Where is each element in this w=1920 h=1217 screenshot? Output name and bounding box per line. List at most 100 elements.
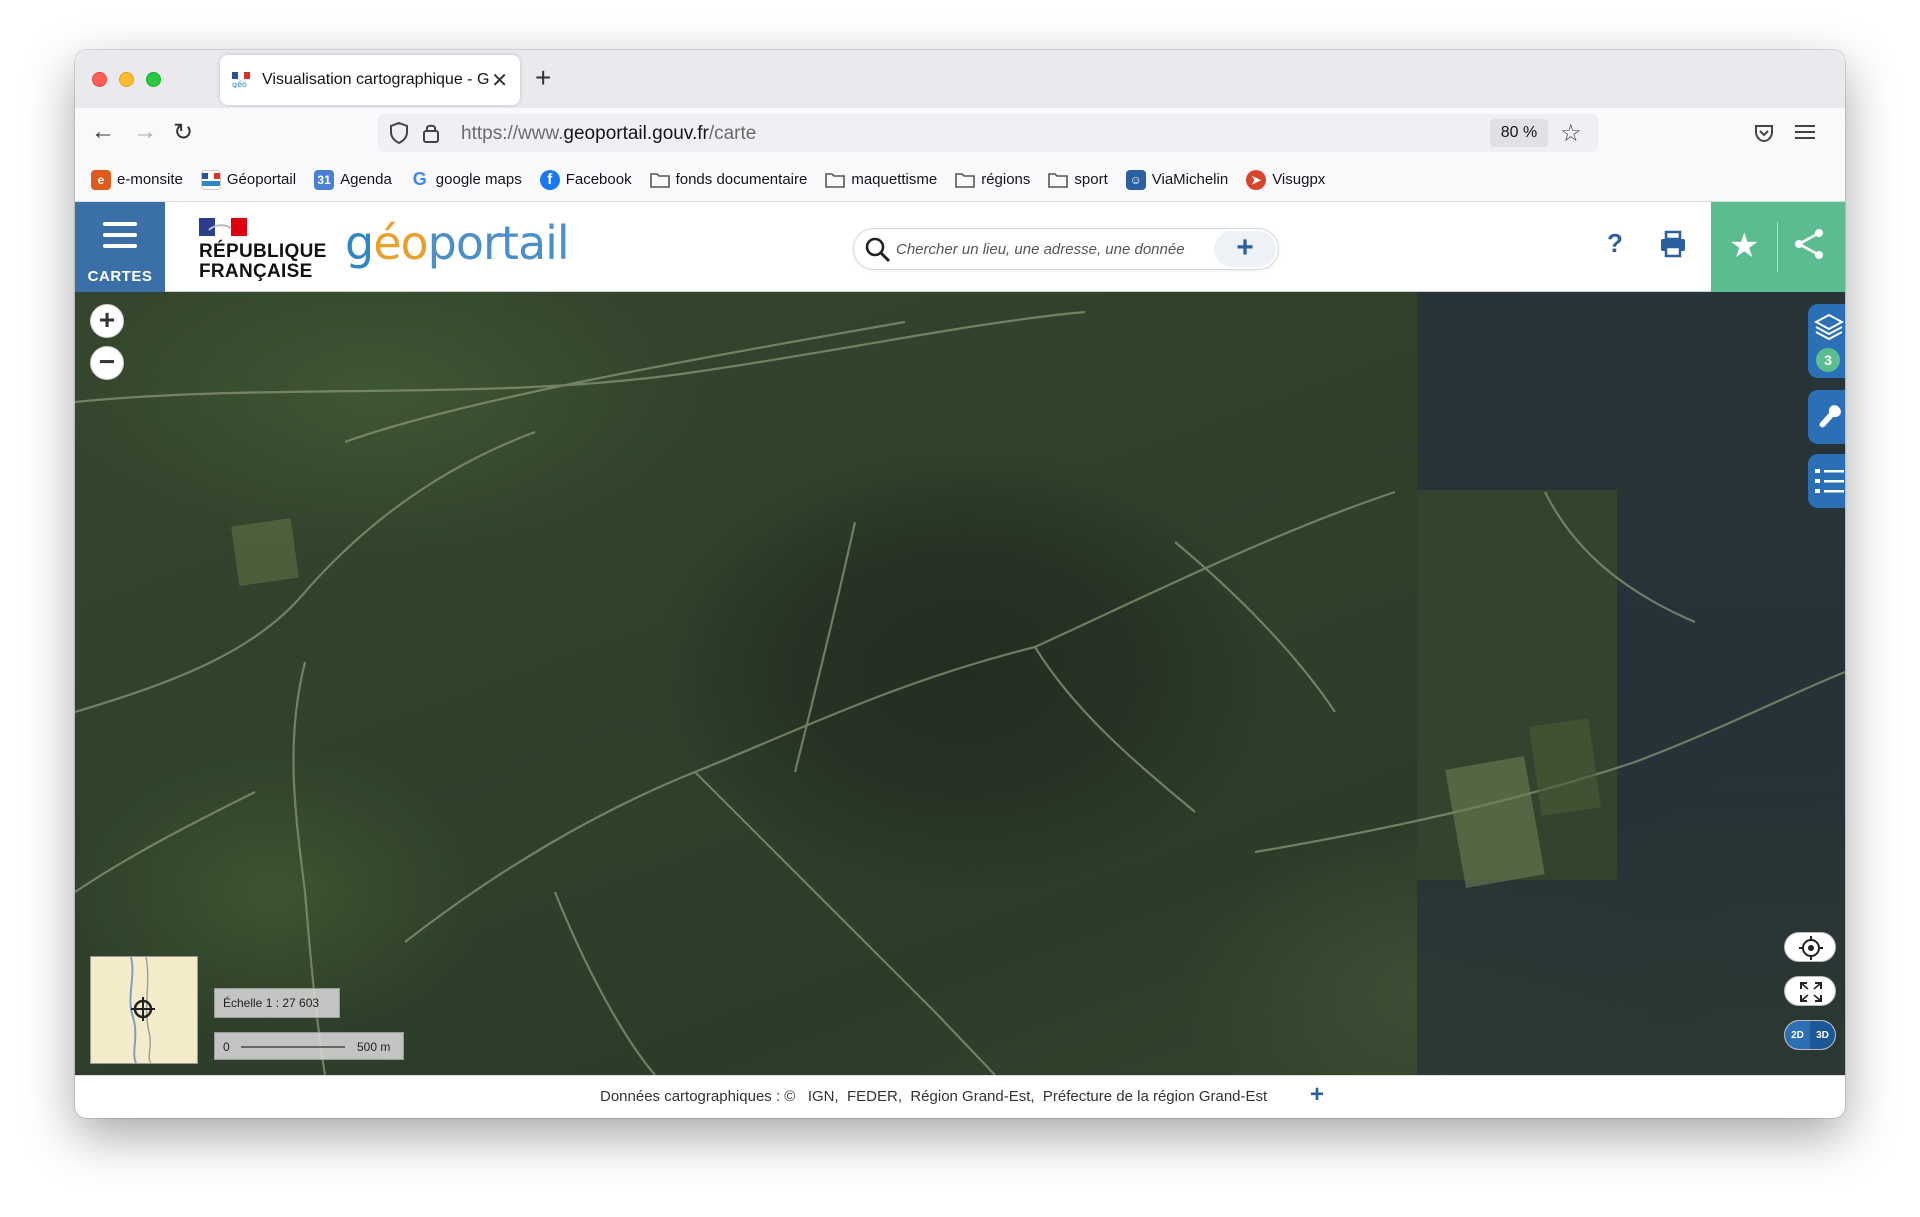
list-icon: [1815, 467, 1845, 500]
maximize-window-button[interactable]: [146, 72, 161, 87]
attribution-bar: Données cartographiques : © IGN, FEDER, …: [75, 1075, 1845, 1118]
url-prefix: https://www.: [461, 123, 564, 144]
facebook-icon: f: [539, 169, 560, 190]
republique-francaise-label: RÉPUBLIQUE FRANÇAISE: [199, 242, 327, 282]
bookmark-star-icon[interactable]: ☆: [1560, 119, 1582, 148]
geoportail-favicon-icon: géo: [232, 72, 252, 89]
google-icon: G: [412, 169, 427, 189]
print-icon[interactable]: [1657, 228, 1689, 265]
bookmark-facebook[interactable]: f Facebook: [539, 169, 632, 190]
scalebar-end: 500 m: [357, 1040, 391, 1054]
shield-icon[interactable]: [388, 121, 410, 150]
view-mode-2d[interactable]: 2D: [1785, 1021, 1810, 1049]
bookmarks-bar: e e-monsite Géoportail 31 Agenda G googl…: [75, 158, 1845, 202]
share-icon[interactable]: [1791, 226, 1827, 267]
calendar-icon: 31: [314, 169, 335, 190]
bookmark-visugpx[interactable]: ➤ Visugpx: [1246, 169, 1326, 190]
visugpx-icon: ➤: [1246, 169, 1267, 190]
bookmark-folder-fonds[interactable]: fonds documentaire: [649, 170, 808, 190]
folder-icon: [825, 170, 846, 190]
cartes-menu-button[interactable]: CARTES: [75, 202, 165, 292]
bookmark-label: fonds documentaire: [675, 171, 808, 188]
attribution-text: Données cartographiques : © IGN, FEDER, …: [600, 1088, 1268, 1105]
search-icon[interactable]: [864, 236, 892, 269]
bookmark-label: ViaMichelin: [1151, 171, 1229, 188]
scale-ratio-label: Échelle 1 : 27 603: [214, 988, 340, 1018]
logo-part-1: g: [345, 216, 374, 270]
pocket-icon[interactable]: [1753, 122, 1775, 149]
overview-minimap[interactable]: [90, 956, 198, 1064]
layers-tool-button[interactable]: 3: [1808, 304, 1845, 378]
layers-icon: [1813, 312, 1845, 347]
tab-title: Visualisation cartographique - G: [262, 71, 490, 88]
geoportail-header: CARTES RÉPUBLIQUE FRANÇAISE géoportail +…: [75, 202, 1845, 292]
zoom-level-badge[interactable]: 80 %: [1490, 119, 1548, 147]
help-button[interactable]: ?: [1607, 228, 1623, 259]
bookmark-label: Agenda: [340, 171, 392, 188]
separator: [1777, 222, 1778, 272]
bookmark-label: Géoportail: [226, 171, 297, 188]
view-mode-3d[interactable]: 3D: [1810, 1021, 1835, 1049]
e-monsite-icon: e: [91, 169, 111, 190]
favorite-star-icon[interactable]: ★: [1729, 226, 1759, 266]
geolocate-button[interactable]: [1784, 932, 1836, 962]
bookmark-e-monsite[interactable]: e e-monsite: [91, 169, 183, 190]
bookmark-label: sport: [1074, 171, 1108, 188]
tools-button[interactable]: [1808, 390, 1845, 444]
view-mode-toggle[interactable]: 2D 3D: [1784, 1020, 1836, 1050]
geoportail-icon: [200, 169, 221, 190]
bookmark-google-maps[interactable]: G google maps: [410, 169, 522, 190]
crosshair-icon: [1798, 935, 1824, 966]
bookmark-geoportail[interactable]: Géoportail: [200, 169, 297, 190]
close-window-button[interactable]: [92, 72, 107, 87]
fullscreen-button[interactable]: [1784, 976, 1836, 1006]
scalebar-line: [241, 1046, 345, 1048]
lock-icon[interactable]: [421, 121, 441, 150]
browser-window: géo Visualisation cartographique - G ✕ +…: [75, 50, 1845, 1118]
fullscreen-icon: [1799, 981, 1823, 1008]
bookmark-label: google maps: [435, 171, 522, 188]
bookmark-folder-regions[interactable]: régions: [955, 170, 1030, 190]
forward-arrow-icon[interactable]: →: [133, 118, 157, 146]
geoportail-logo[interactable]: géoportail: [345, 216, 570, 270]
hamburger-icon: [103, 222, 137, 255]
url-domain: geoportail.gouv.fr: [563, 123, 709, 144]
advanced-search-plus-button[interactable]: +: [1214, 231, 1276, 267]
favorites-share-panel: ★: [1711, 202, 1845, 292]
bookmark-label: e-monsite: [117, 171, 183, 188]
folder-icon: [649, 170, 670, 190]
tab-strip: géo Visualisation cartographique - G ✕ +: [75, 50, 1845, 108]
url-text[interactable]: https://www.geoportail.gouv.fr/carte: [461, 123, 756, 145]
marianne-flag-icon: [199, 218, 249, 243]
rf-line-1: RÉPUBLIQUE: [199, 241, 327, 262]
zoom-in-button[interactable]: +: [90, 304, 124, 338]
bookmark-viamichelin[interactable]: ☺ ViaMichelin: [1125, 169, 1229, 190]
bookmark-folder-sport[interactable]: sport: [1048, 170, 1108, 190]
legend-list-button[interactable]: [1808, 454, 1845, 508]
minimize-window-button[interactable]: [119, 72, 134, 87]
bookmark-label: régions: [981, 171, 1031, 188]
folder-icon: [955, 170, 976, 190]
hamburger-menu-icon[interactable]: [1795, 124, 1815, 145]
bookmark-agenda[interactable]: 31 Agenda: [314, 169, 392, 190]
reload-icon[interactable]: ↻: [173, 118, 193, 147]
bookmark-label: Visugpx: [1272, 171, 1326, 188]
rf-line-2: FRANÇAISE: [199, 261, 313, 282]
url-bar[interactable]: https://www.geoportail.gouv.fr/carte 80 …: [378, 114, 1598, 152]
bookmark-folder-maquettisme[interactable]: maquettisme: [825, 170, 937, 190]
tab-close-icon[interactable]: ✕: [491, 68, 508, 93]
attribution-expand-button[interactable]: +: [1310, 1081, 1324, 1109]
new-tab-button[interactable]: +: [535, 62, 551, 94]
zoom-out-button[interactable]: −: [90, 346, 124, 380]
scale-bar: 0 500 m: [214, 1032, 404, 1060]
map-viewport[interactable]: + − 3 Échelle 1: 27 603 0 500 m 2D 3D: [75, 292, 1845, 1075]
url-path: /carte: [708, 123, 757, 144]
tab-geoportail[interactable]: géo Visualisation cartographique - G ✕: [220, 55, 520, 105]
layer-count-badge: 3: [1816, 348, 1840, 372]
logo-part-2: éo: [373, 216, 428, 270]
svg-text:géo: géo: [232, 79, 247, 88]
scalebar-start: 0: [223, 1040, 230, 1054]
search-input[interactable]: [896, 233, 1196, 265]
back-arrow-icon[interactable]: ←: [91, 118, 115, 146]
nav-bar: ← → ↻ https://www.geoportail.gouv.fr/car…: [75, 108, 1845, 158]
